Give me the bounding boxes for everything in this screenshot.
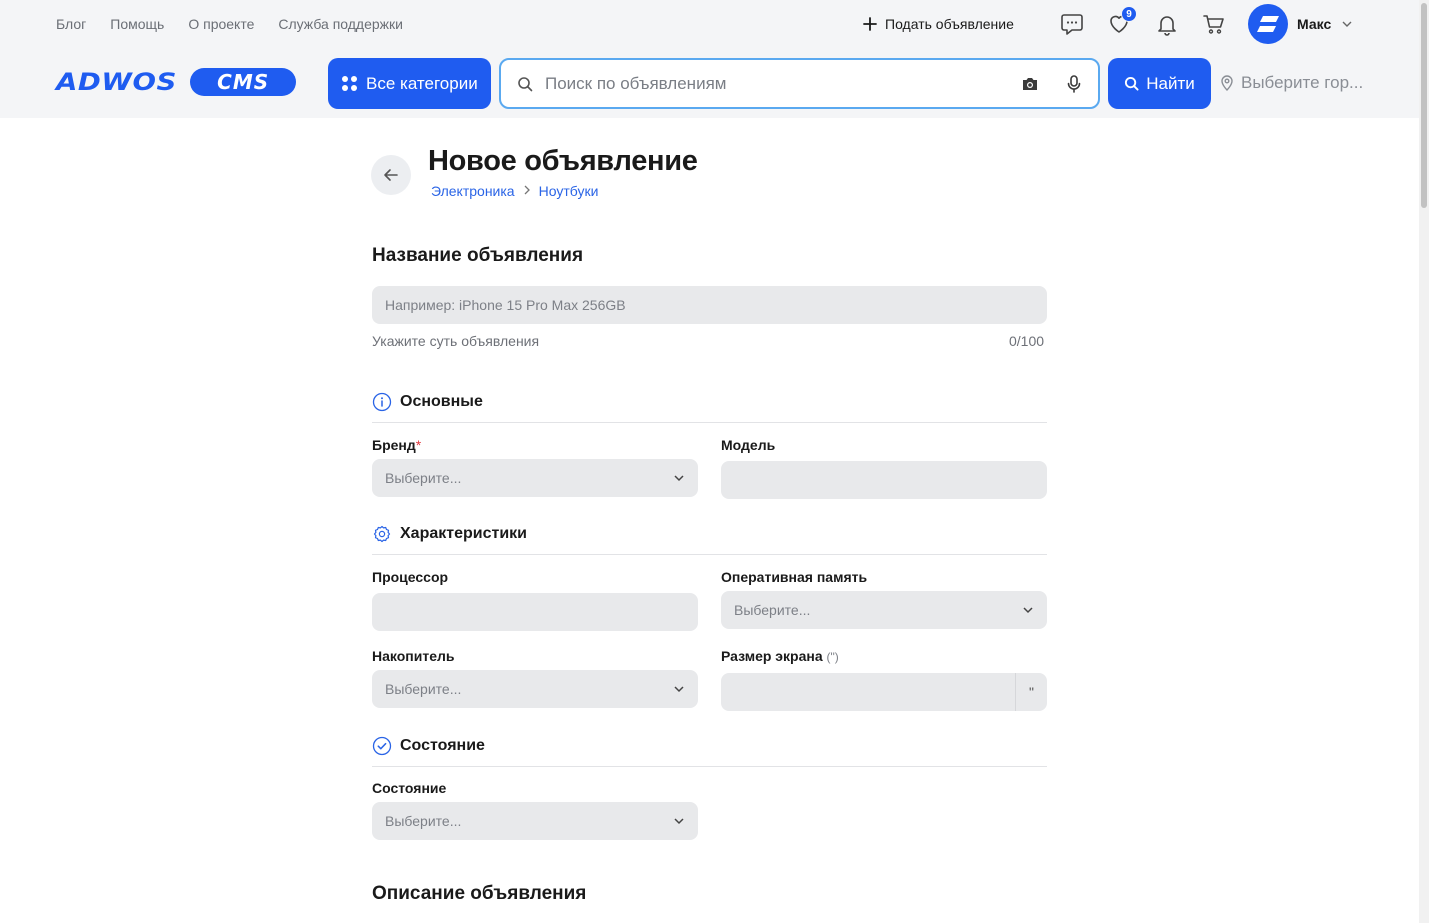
chevron-right-icon — [523, 184, 531, 198]
specs-group-header: Характеристики — [372, 524, 1047, 555]
chevron-down-icon — [1023, 607, 1033, 614]
specs-group-title: Характеристики — [400, 525, 528, 542]
condition-select[interactable]: Выберите... — [372, 802, 698, 840]
model-input[interactable] — [721, 461, 1047, 499]
breadcrumb: Электроника Ноутбуки — [431, 183, 598, 199]
ad-title-counter: 0/100 — [1009, 333, 1045, 349]
search-icon — [513, 72, 537, 96]
storage-select-value: Выберите... — [385, 681, 462, 697]
chevron-down-icon — [674, 475, 684, 482]
find-button[interactable]: Найти — [1108, 58, 1211, 109]
all-categories-button[interactable]: Все категории — [328, 58, 491, 109]
post-ad-label: Подать объявление — [885, 16, 1014, 32]
cart-icon — [1203, 15, 1224, 34]
user-menu[interactable]: Макс — [1248, 4, 1354, 44]
avatar — [1248, 4, 1288, 44]
grid-dots-icon — [342, 76, 357, 91]
brand-select[interactable]: Выберите... — [372, 459, 698, 497]
microphone-icon[interactable] — [1062, 72, 1086, 96]
find-label: Найти — [1146, 73, 1195, 93]
top-links: Блог Помощь О проекте Служба поддержки — [56, 15, 403, 33]
basic-group-title: Основные — [400, 393, 483, 410]
back-button[interactable] — [371, 155, 411, 195]
about-link[interactable]: О проекте — [188, 15, 254, 33]
scrollbar-thumb[interactable] — [1421, 3, 1427, 208]
site-logo[interactable]: ADWOS CMS — [56, 68, 297, 96]
search-icon — [1125, 76, 1139, 91]
post-ad-button[interactable]: Подать объявление — [863, 13, 1014, 35]
breadcrumb-laptops[interactable]: Ноутбуки — [539, 183, 599, 199]
condition-label: Состояние — [372, 780, 447, 796]
page-title: Новое объявление — [428, 145, 698, 177]
ram-select[interactable]: Выберите... — [721, 591, 1047, 629]
all-categories-label: Все категории — [366, 73, 478, 93]
storage-label: Накопитель — [372, 648, 455, 664]
chat-icon — [1061, 14, 1083, 35]
camera-icon[interactable] — [1018, 72, 1042, 96]
logo-pill: CMS — [190, 68, 297, 96]
cpu-label: Процессор — [372, 569, 449, 585]
notifications-button[interactable] — [1153, 10, 1181, 38]
help-link[interactable]: Помощь — [110, 15, 164, 33]
chevron-down-icon — [674, 818, 684, 825]
site-header: Блог Помощь О проекте Служба поддержки П… — [0, 0, 1429, 118]
model-label: Модель — [721, 437, 776, 453]
support-link[interactable]: Служба поддержки — [278, 15, 403, 33]
favorites-button[interactable]: 9 — [1105, 6, 1137, 38]
condition-group-title: Состояние — [400, 737, 485, 754]
city-selector[interactable]: Выберите гор... — [1220, 73, 1363, 93]
condition-group-header: Состояние — [372, 736, 1047, 767]
basic-group-header: Основные — [372, 392, 1047, 423]
ad-title-hint: Укажите суть объявления — [372, 333, 540, 349]
messages-button[interactable] — [1058, 10, 1086, 38]
ram-label: Оперативная память — [721, 569, 868, 585]
cart-button[interactable] — [1200, 10, 1228, 38]
condition-select-value: Выберите... — [385, 813, 462, 829]
location-pin-icon — [1221, 75, 1233, 91]
ad-title-heading: Название объявления — [372, 245, 584, 266]
plus-icon — [863, 14, 877, 34]
info-icon — [372, 392, 392, 412]
bell-icon — [1158, 16, 1176, 36]
breadcrumb-electronics[interactable]: Электроника — [431, 183, 515, 199]
storage-select[interactable]: Выберите... — [372, 670, 698, 708]
gear-icon — [373, 525, 391, 543]
brand-label: Бренд* — [372, 437, 422, 453]
chevron-down-icon — [674, 686, 684, 693]
blog-link[interactable]: Блог — [56, 15, 86, 33]
brand-select-value: Выберите... — [385, 470, 462, 486]
user-name: Макс — [1297, 16, 1332, 32]
brand-logo-icon — [1257, 16, 1279, 32]
city-placeholder: Выберите гор... — [1241, 73, 1364, 92]
required-mark: * — [415, 437, 422, 453]
page-scrollbar[interactable] — [1419, 0, 1429, 923]
inch-suffix: " — [1015, 673, 1047, 711]
screen-size-input[interactable]: " — [721, 673, 1047, 711]
logo-word: ADWOS — [56, 68, 177, 96]
chevron-down-icon — [1342, 21, 1352, 27]
ram-select-value: Выберите... — [734, 602, 811, 618]
search-bar — [499, 58, 1100, 109]
ad-title-input[interactable] — [372, 286, 1047, 324]
screen-size-label: Размер экрана (") — [721, 648, 839, 664]
favorites-count-badge: 9 — [1121, 6, 1137, 22]
screen-size-unit: (") — [826, 650, 839, 664]
arrow-left-icon — [384, 169, 398, 181]
check-circle-icon — [372, 736, 392, 756]
search-input[interactable] — [545, 73, 1018, 94]
description-heading: Описание объявления — [372, 883, 587, 904]
cpu-input[interactable] — [372, 593, 698, 631]
